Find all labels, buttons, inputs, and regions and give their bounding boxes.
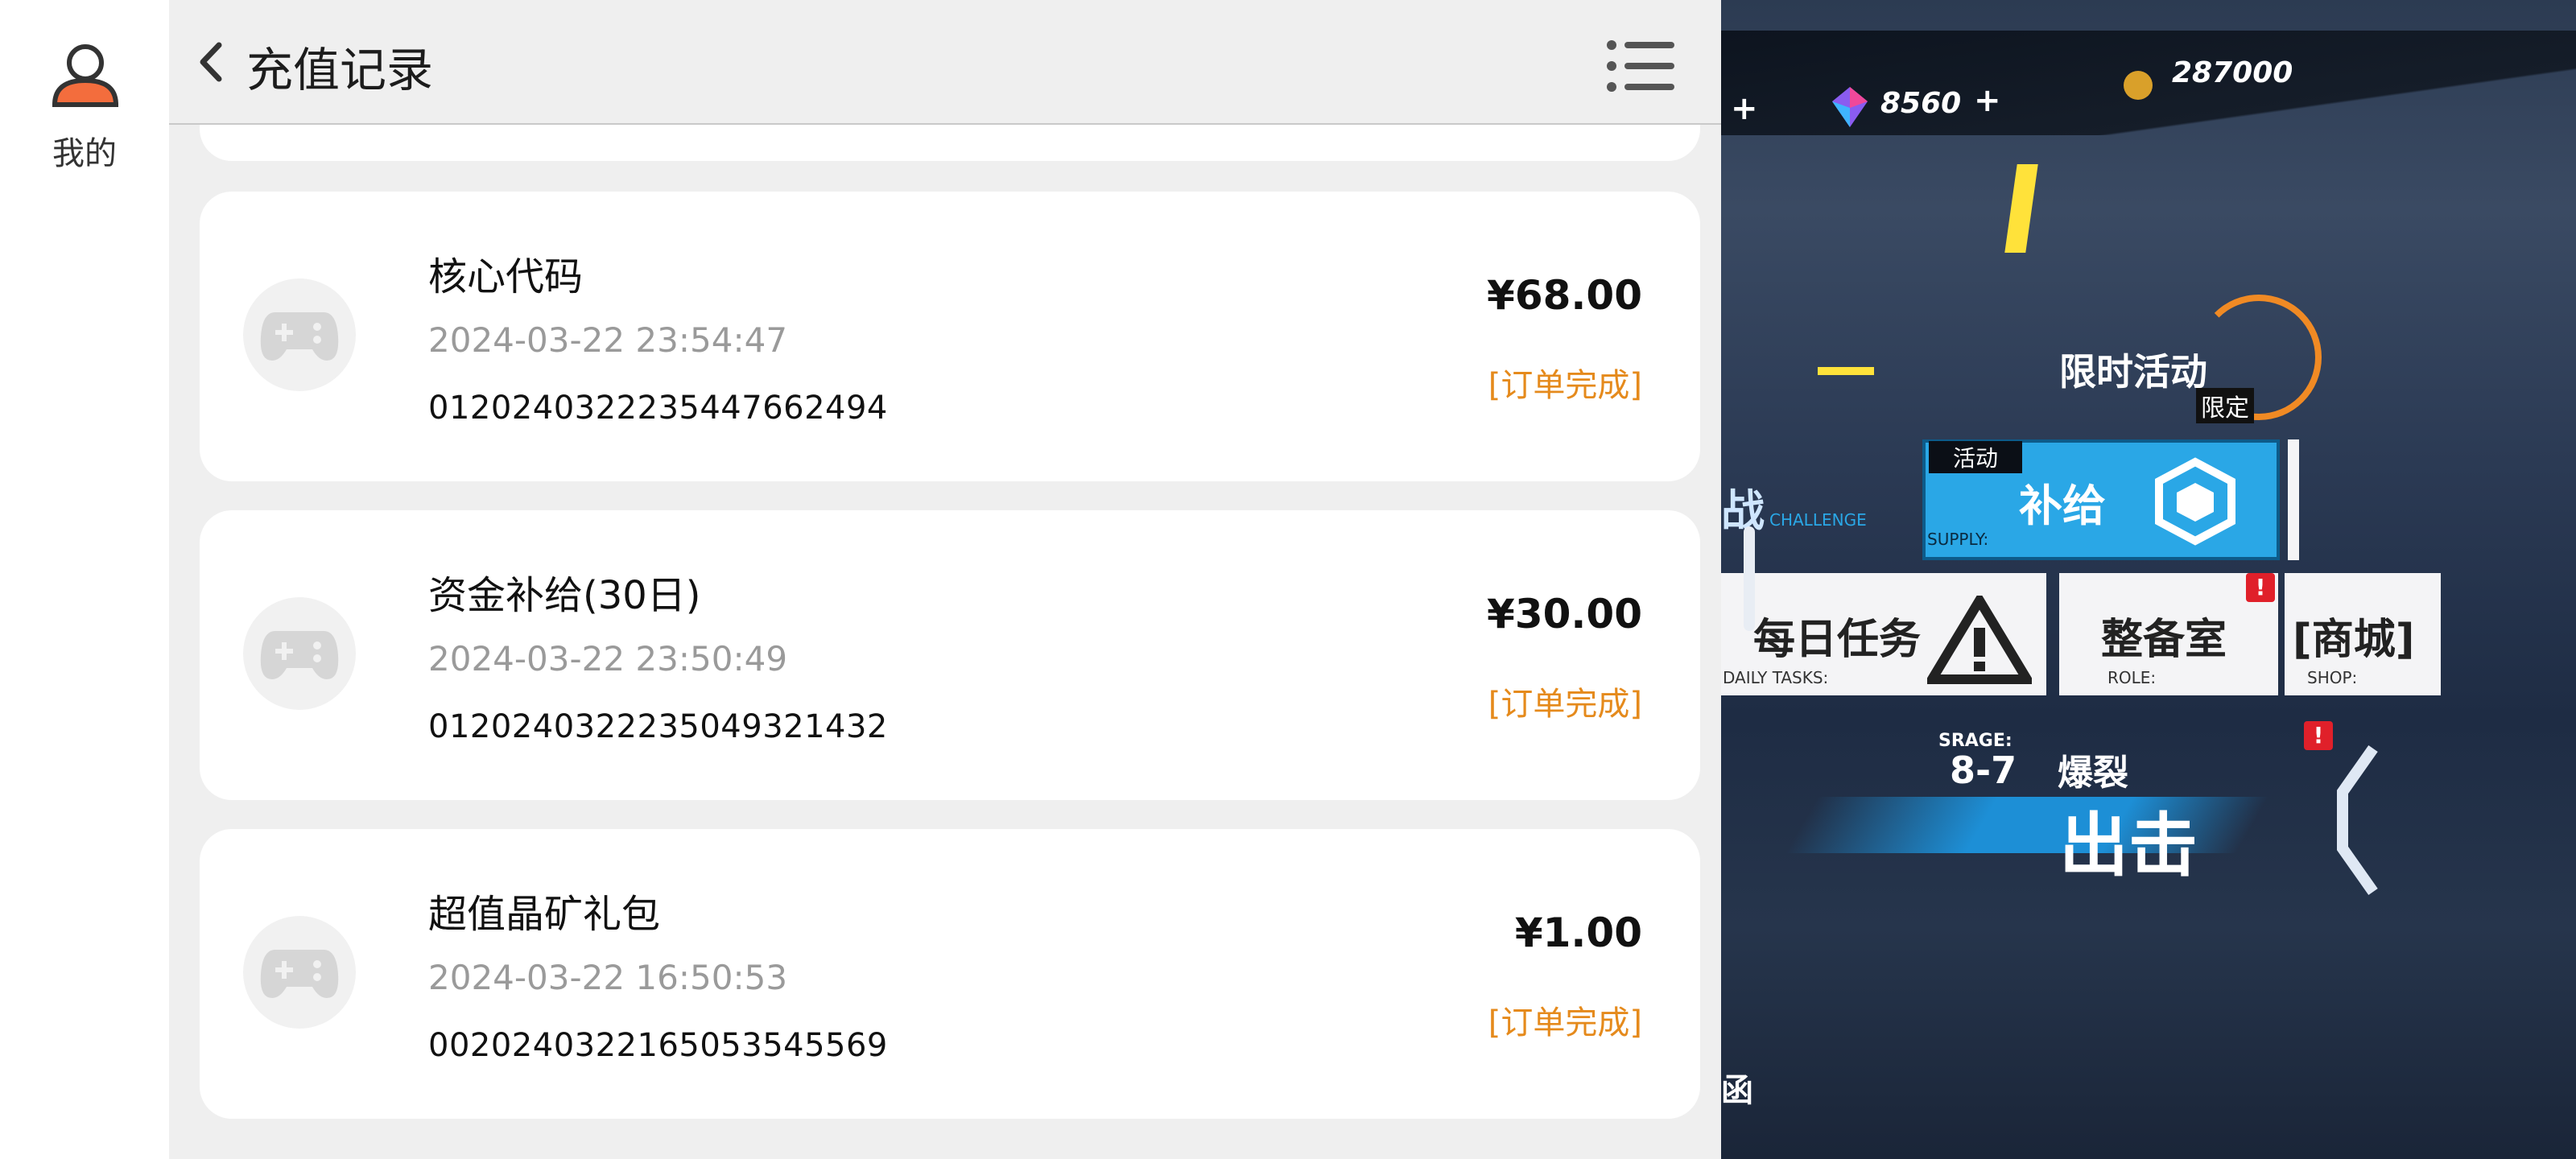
stage-name: 爆裂 bbox=[2058, 753, 2128, 794]
record-order-number: 0120240322235049321432 bbox=[428, 708, 888, 745]
coin-count: 287000 bbox=[2172, 56, 2293, 89]
gamepad-icon bbox=[243, 597, 356, 710]
record-order-number: 0020240322165053545569 bbox=[428, 1027, 888, 1064]
record-name: 核心代码 bbox=[428, 254, 584, 299]
record-status: [订单完成] bbox=[1488, 686, 1642, 723]
daily-tasks-button[interactable]: 每日任务 DAILY TASKS: bbox=[1721, 573, 2046, 695]
left-sidebar: 我的 bbox=[0, 0, 169, 1159]
stage-code: 8-7 bbox=[1950, 749, 2017, 792]
record-name: 资金补给(30日) bbox=[428, 573, 701, 618]
list-menu-icon[interactable] bbox=[1602, 34, 1682, 98]
shop-label: [商城] bbox=[2293, 616, 2415, 664]
warning-triangle-icon bbox=[1923, 591, 2036, 684]
yellow-light-strip bbox=[1818, 367, 1874, 375]
record-order-number: 0120240322235447662494 bbox=[428, 390, 888, 427]
bracket-arrow-icon bbox=[2333, 744, 2381, 897]
supply-label: 补给 bbox=[2019, 481, 2106, 531]
record-time: 2024-03-22 23:54:47 bbox=[428, 320, 788, 360]
record-amount: ¥30.00 bbox=[1487, 591, 1642, 637]
shop-en-label: SHOP: bbox=[2307, 668, 2358, 687]
event-tag: 活动 bbox=[1929, 441, 2023, 473]
user-avatar-icon[interactable] bbox=[50, 39, 121, 109]
record-name: 超值晶矿礼包 bbox=[428, 892, 661, 937]
record-status: [订单完成] bbox=[1488, 367, 1642, 404]
mine-label[interactable]: 我的 bbox=[0, 127, 169, 174]
armory-label: 整备室 bbox=[2101, 616, 2227, 664]
armory-en-label: ROLE: bbox=[2107, 668, 2157, 687]
record-card[interactable]: 超值晶矿礼包 2024-03-22 16:50:53 0020240322165… bbox=[200, 829, 1700, 1119]
bottom-label-partial[interactable]: 函 bbox=[1721, 1064, 1753, 1111]
record-time: 2024-03-22 23:50:49 bbox=[428, 639, 788, 678]
scroll-indicator bbox=[1744, 526, 1755, 631]
sortie-button[interactable]: 出击 bbox=[2059, 789, 2198, 889]
supply-en-label: SUPPLY: bbox=[1927, 530, 1989, 549]
gem-count: 8560 bbox=[1880, 87, 1962, 120]
add-resource-icon[interactable]: + bbox=[1731, 90, 1758, 127]
challenge-en-label: CHALLENGE bbox=[1769, 510, 1867, 530]
game-screen: + 8560 + 287000 限时活动 限定 活动 补给 SUPPLY: 战 … bbox=[1721, 0, 2576, 1159]
alert-badge-icon: ! bbox=[2304, 721, 2333, 750]
recharge-panel: 充值记录 核心代码 2024-03-22 23:54:47 0120240322… bbox=[169, 0, 1721, 1159]
record-time: 2024-03-22 16:50:53 bbox=[428, 958, 788, 997]
hexagon-cube-icon bbox=[2151, 457, 2240, 546]
coin-icon bbox=[2124, 71, 2153, 100]
back-chevron-icon[interactable] bbox=[187, 34, 240, 90]
gamepad-icon bbox=[243, 916, 356, 1029]
record-card[interactable]: 资金补给(30日) 2024-03-22 23:50:49 0120240322… bbox=[200, 510, 1700, 800]
challenge-label-partial[interactable]: 战 bbox=[1721, 475, 1765, 538]
add-gems-icon[interactable]: + bbox=[1974, 82, 2001, 119]
daily-tasks-label: 每日任务 bbox=[1753, 616, 1922, 664]
alert-badge-icon: ! bbox=[2246, 573, 2275, 602]
record-amount: ¥68.00 bbox=[1487, 272, 1642, 319]
yellow-light-strip bbox=[2004, 164, 2038, 253]
gamepad-icon bbox=[243, 278, 356, 391]
supply-button[interactable]: 活动 补给 SUPPLY: bbox=[1922, 439, 2280, 560]
shop-button[interactable]: [商城] SHOP: bbox=[2285, 573, 2441, 695]
crystal-gem-icon bbox=[1831, 85, 1869, 129]
record-amount: ¥1.00 bbox=[1514, 909, 1642, 956]
header-bar: 充值记录 bbox=[169, 0, 1721, 125]
record-status: [订单完成] bbox=[1488, 1004, 1642, 1041]
record-card[interactable]: 核心代码 2024-03-22 23:54:47 012024032223544… bbox=[200, 192, 1700, 481]
limited-tag: 限定 bbox=[2196, 388, 2254, 423]
limited-event-label[interactable]: 限时活动 bbox=[2059, 343, 2207, 396]
daily-tasks-en-label: DAILY TASKS: bbox=[1723, 668, 1829, 687]
page-title: 充值记录 bbox=[246, 43, 434, 97]
supply-side-strip bbox=[2288, 439, 2299, 560]
